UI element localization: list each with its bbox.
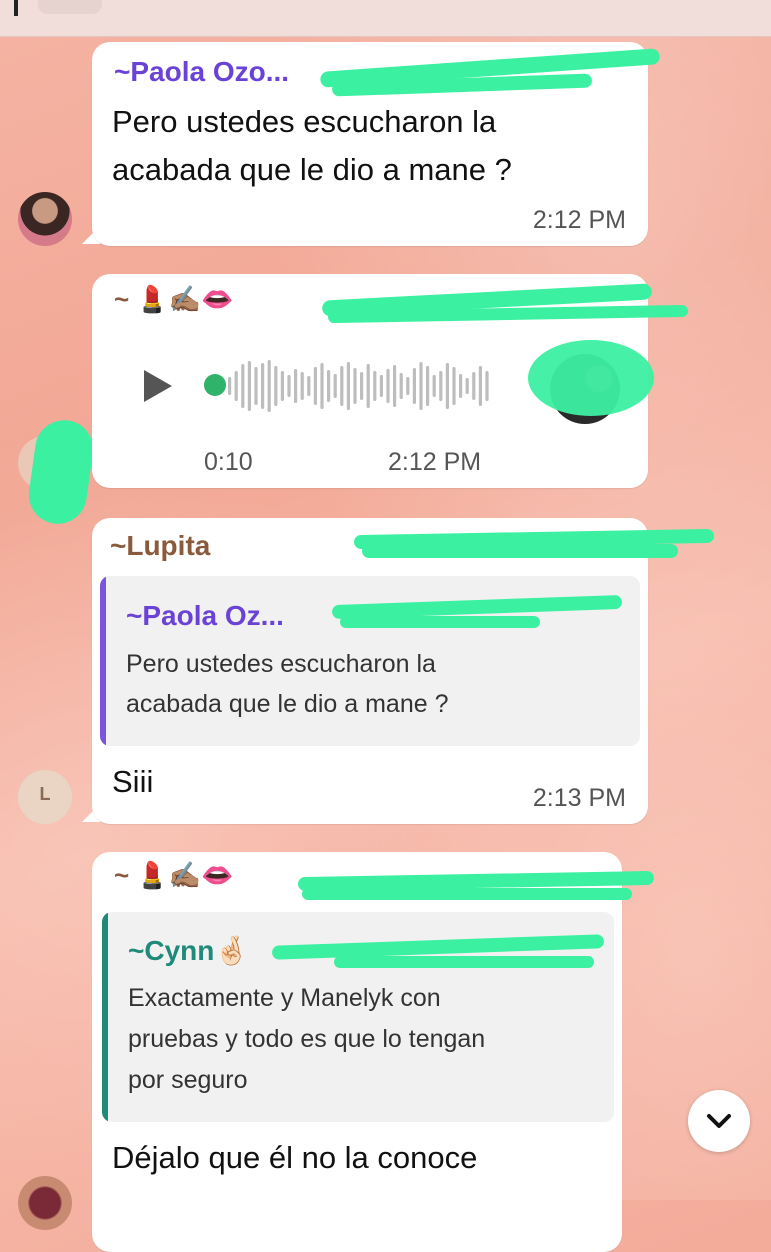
quoted-sender-name: ~Cynn — [128, 935, 215, 966]
waveform-bar — [366, 364, 370, 408]
waveform-bar — [485, 371, 489, 401]
waveform-bar — [360, 372, 364, 400]
waveform-bar — [373, 371, 377, 401]
quoted-text-line: Exactamente y Manelyk con — [128, 984, 441, 1012]
quoted-sender: ~Cynn🤞🏻 — [128, 934, 249, 967]
waveform-bar — [313, 367, 317, 405]
message-time: 2:12 PM — [532, 206, 626, 234]
waveform-bar — [300, 372, 304, 400]
avatar-paola[interactable] — [18, 192, 72, 246]
redaction-mark — [334, 956, 594, 968]
waveform-bar — [353, 368, 357, 404]
quoted-message[interactable]: ~Paola Oz... Pero ustedes escucharon la … — [100, 576, 640, 746]
waveform-bar — [386, 369, 390, 403]
avatar-initial: L — [39, 784, 51, 804]
waveform-bar — [234, 371, 238, 401]
waveform-bar — [320, 363, 324, 409]
top-bar-button[interactable] — [38, 0, 102, 14]
waveform-bar — [333, 374, 337, 398]
quoted-sender-emoji: 🤞🏻 — [214, 934, 250, 967]
quote-stripe — [100, 576, 106, 746]
sender-prefix: ~ — [114, 860, 130, 890]
waveform-bar — [228, 377, 232, 395]
waveform-bar — [399, 373, 403, 399]
message-text-line: acabada que le dio a mane ? — [112, 152, 512, 187]
waveform-bar — [478, 366, 482, 406]
waveform-bar — [261, 363, 265, 409]
waveform-bar — [393, 365, 397, 407]
message-time: 2:12 PM — [388, 448, 482, 476]
quoted-text-line: Pero ustedes escucharon la — [126, 650, 436, 678]
message-bubble[interactable]: ~ 💄✍🏽👄 ~Cynn🤞🏻 Exactamente y Manelyk con… — [92, 852, 655, 1252]
top-bar-edge — [14, 0, 18, 16]
waveform-bar — [439, 371, 443, 401]
quoted-message[interactable]: ~Cynn🤞🏻 Exactamente y Manelyk con prueba… — [102, 912, 614, 1122]
message-bubble[interactable]: ~Paola Ozo... Pero ustedes escucharon la… — [92, 42, 661, 246]
waveform-bar — [472, 372, 476, 400]
message-text: Déjalo que él no la conoce — [112, 1140, 478, 1175]
message-sender[interactable]: ~ 💄✍🏽👄 — [114, 284, 234, 315]
message-text-line: Pero ustedes escucharon la — [112, 104, 497, 139]
voice-duration: 0:10 — [204, 448, 253, 476]
waveform-bar — [274, 366, 278, 406]
waveform-bar — [452, 367, 456, 405]
waveform-bar — [287, 375, 291, 397]
top-bar — [0, 0, 771, 37]
waveform-bar — [346, 362, 350, 410]
waveform-bar — [459, 374, 463, 398]
play-icon[interactable] — [140, 366, 176, 406]
quoted-sender: ~Paola Oz... — [126, 600, 284, 631]
waveform-bar — [412, 368, 416, 404]
waveform-bar — [294, 369, 298, 403]
waveform-bar — [426, 366, 430, 406]
message-time: 2:13 PM — [532, 784, 626, 812]
message-sender[interactable]: ~Paola Ozo... — [114, 56, 289, 88]
redaction-mark — [340, 616, 540, 628]
sender-prefix: ~ — [114, 284, 130, 314]
waveform-bar — [307, 376, 311, 396]
quoted-text-line: por seguro — [128, 1066, 248, 1094]
redaction-mark — [302, 888, 632, 900]
message-sender[interactable]: ~ 💄✍🏽👄 — [114, 860, 234, 891]
waveform-bar — [327, 370, 331, 402]
message-sender[interactable]: ~Lupita — [110, 530, 210, 562]
waveform-bar — [465, 378, 469, 394]
waveform-bar — [241, 364, 245, 408]
sender-emojis: 💄✍🏽👄 — [136, 861, 234, 891]
voice-progress-dot[interactable] — [204, 374, 226, 396]
chevron-down-icon — [707, 1114, 731, 1128]
waveform-bar — [247, 361, 251, 411]
message-bubble[interactable]: ~Lupita ~Paola Oz... Pero ustedes escuch… — [92, 518, 715, 824]
redaction-mark — [362, 544, 678, 558]
waveform-bar — [445, 363, 449, 409]
avatar-redacted[interactable] — [18, 1176, 72, 1230]
waveform-bar — [267, 360, 271, 412]
avatar-lupita[interactable]: L — [18, 770, 72, 824]
voice-message-bubble[interactable]: ~ 💄✍🏽👄 0:10 2:12 PM — [92, 274, 689, 488]
voice-waveform[interactable] — [228, 358, 498, 414]
quoted-text-line: pruebas y todo es que lo tengan — [128, 1025, 486, 1053]
waveform-bar — [254, 367, 258, 405]
redaction-mark — [528, 340, 654, 416]
waveform-bar — [379, 375, 383, 397]
waveform-bar — [419, 362, 423, 410]
scroll-to-bottom-button[interactable] — [688, 1090, 750, 1152]
waveform-bar — [406, 377, 410, 395]
message-text: Siii — [112, 764, 154, 799]
sender-emojis: 💄✍🏽👄 — [136, 285, 234, 315]
redaction-mark — [25, 416, 97, 528]
quote-stripe — [102, 912, 108, 1122]
waveform-bar — [432, 375, 436, 397]
waveform-bar — [280, 371, 284, 401]
waveform-bar — [340, 366, 344, 406]
quoted-text-line: acabada que le dio a mane ? — [126, 690, 449, 718]
